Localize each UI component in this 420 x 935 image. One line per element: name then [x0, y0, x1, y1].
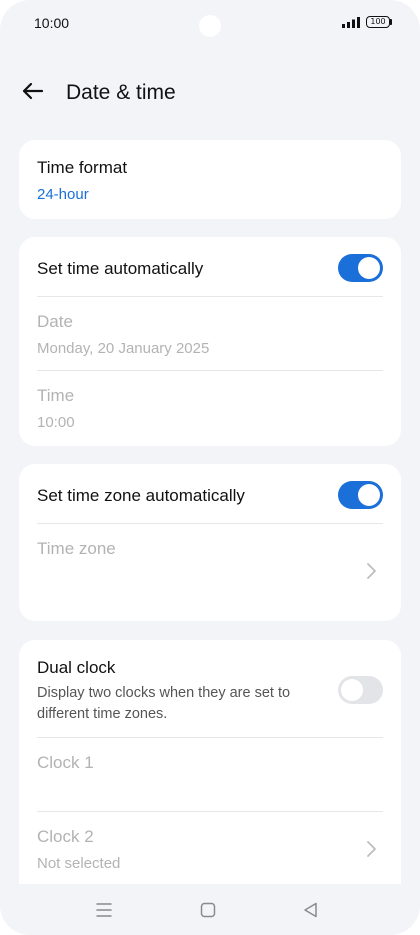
navigation-bar [0, 884, 420, 935]
dual-clock-row[interactable]: Dual clock Display two clocks when they … [19, 640, 401, 737]
clock1-label: Clock 1 [37, 753, 94, 772]
auto-time-label: Set time automatically [37, 259, 204, 278]
camera-cutout [199, 15, 221, 37]
dual-clock-card: Dual clock Display two clocks when they … [19, 640, 401, 900]
time-zone-row: Time zone [19, 524, 401, 621]
status-bar: 10:00 100 [0, 0, 420, 46]
header: Date & time [0, 64, 420, 120]
date-row: Date Monday, 20 January 2025 [19, 297, 401, 370]
dual-clock-toggle[interactable] [338, 676, 383, 704]
time-value: 10:00 [37, 414, 75, 431]
toggle-knob [358, 257, 380, 279]
toggle-knob [341, 679, 363, 701]
time-label: Time [37, 386, 75, 405]
auto-zone-toggle[interactable] [338, 481, 383, 509]
battery-icon: 100 [366, 16, 390, 28]
auto-time-toggle[interactable] [338, 254, 383, 282]
clock1-row: Clock 1 [19, 738, 401, 811]
chevron-right-icon [367, 841, 376, 857]
date-label: Date [37, 312, 73, 331]
clock2-value: Not selected [37, 855, 121, 872]
battery-tip [390, 19, 392, 25]
time-format-label: Time format [37, 158, 128, 177]
dual-clock-label: Dual clock [37, 658, 116, 677]
phone-screen: 10:00 100 Date & time Time format 24-hou… [0, 0, 420, 935]
back-icon[interactable] [301, 900, 321, 920]
signal-icon [342, 17, 360, 28]
menu-icon[interactable] [94, 900, 114, 920]
auto-zone-label: Set time zone automatically [37, 486, 245, 505]
back-arrow-icon[interactable] [20, 78, 46, 104]
date-value: Monday, 20 January 2025 [37, 340, 210, 357]
time-format-card[interactable]: Time format 24-hour [19, 140, 401, 219]
auto-time-row[interactable]: Set time automatically [19, 237, 401, 296]
page-title: Date & time [66, 81, 176, 104]
auto-zone-card: Set time zone automatically Time zone [19, 464, 401, 621]
dual-clock-description: Display two clocks when they are set to … [37, 685, 291, 722]
status-time: 10:00 [34, 15, 70, 31]
time-zone-label: Time zone [37, 539, 116, 558]
time-row: Time 10:00 [19, 371, 401, 446]
toggle-knob [358, 484, 380, 506]
chevron-right-icon [367, 563, 376, 579]
auto-time-card: Set time automatically Date Monday, 20 J… [19, 237, 401, 446]
auto-zone-row[interactable]: Set time zone automatically [19, 464, 401, 523]
home-icon[interactable] [198, 900, 218, 920]
clock2-label: Clock 2 [37, 827, 94, 846]
time-format-value: 24-hour [37, 186, 89, 203]
